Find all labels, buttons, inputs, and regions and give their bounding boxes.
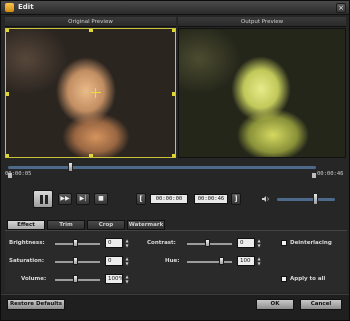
original-preview-pane[interactable] bbox=[5, 28, 176, 158]
brightness-slider-thumb[interactable] bbox=[73, 239, 78, 247]
pause-icon bbox=[40, 195, 43, 204]
fast-forward-icon: ▶▶ bbox=[60, 195, 70, 202]
crop-handle-right[interactable] bbox=[172, 92, 175, 96]
timeline: 00:00:05 00:00:46 bbox=[5, 161, 347, 187]
set-start-button[interactable]: [ bbox=[136, 193, 146, 205]
stop-icon: ■ bbox=[98, 195, 104, 202]
deinterlacing-label: Deinterlacing bbox=[290, 240, 332, 246]
hue-field[interactable]: 100 bbox=[237, 256, 255, 266]
volume-field[interactable]: 100% bbox=[105, 274, 124, 284]
title-bar: Edit × bbox=[1, 1, 349, 15]
end-time-field[interactable]: 00:00:46 bbox=[194, 194, 228, 204]
output-preview-pane bbox=[178, 28, 346, 158]
contrast-slider-thumb[interactable] bbox=[205, 239, 210, 247]
volume-spinner[interactable]: ▲ ▼ bbox=[124, 274, 130, 284]
next-frame-button[interactable]: ▶| bbox=[76, 193, 90, 205]
set-end-button[interactable]: ] bbox=[231, 193, 241, 205]
edit-tabs: Effect Trim Crop Watermark bbox=[5, 220, 347, 230]
crop-handle-left[interactable] bbox=[6, 92, 9, 96]
dialog-footer: Restore Defaults OK Cancel bbox=[1, 294, 349, 320]
apply-to-all-label: Apply to all bbox=[290, 276, 326, 282]
brightness-label: Brightness: bbox=[9, 240, 45, 246]
contrast-spinner[interactable]: ▲ ▼ bbox=[256, 238, 262, 248]
stop-button[interactable]: ■ bbox=[94, 193, 108, 205]
speaker-icon[interactable] bbox=[262, 195, 270, 203]
apply-to-all-checkbox[interactable] bbox=[281, 276, 287, 282]
saturation-field[interactable]: 0 bbox=[105, 256, 123, 266]
trim-end-marker[interactable] bbox=[312, 173, 316, 178]
volume-label: Volume: bbox=[21, 276, 47, 282]
saturation-slider-thumb[interactable] bbox=[73, 257, 78, 265]
right-bracket-icon: ] bbox=[234, 195, 238, 203]
output-preview-header: Output Preview bbox=[178, 17, 346, 27]
timeline-start-time: 00:00:05 bbox=[5, 171, 32, 177]
brightness-field[interactable]: 0 bbox=[105, 238, 123, 248]
playback-controls: ▶▶ ▶| ■ [ 00:00:00 00:00:46 ] bbox=[5, 188, 347, 212]
start-time-field[interactable]: 00:00:00 bbox=[150, 194, 188, 204]
contrast-label: Contrast: bbox=[147, 240, 176, 246]
next-frame-icon: ▶| bbox=[79, 195, 87, 202]
tab-trim[interactable]: Trim bbox=[47, 220, 85, 230]
original-preview-header: Original Preview bbox=[5, 17, 176, 27]
app-icon bbox=[5, 3, 14, 12]
timeline-track[interactable] bbox=[8, 166, 316, 169]
crop-center-crosshair-icon[interactable] bbox=[91, 88, 101, 98]
restore-defaults-button[interactable]: Restore Defaults bbox=[7, 299, 65, 310]
deinterlacing-checkbox[interactable] bbox=[281, 240, 287, 246]
crop-handle-top-left[interactable] bbox=[6, 29, 9, 32]
fast-forward-button[interactable]: ▶▶ bbox=[58, 193, 72, 205]
timeline-playhead[interactable] bbox=[68, 162, 73, 172]
tab-crop[interactable]: Crop bbox=[87, 220, 125, 230]
window-title: Edit bbox=[18, 3, 34, 11]
left-bracket-icon: [ bbox=[139, 195, 143, 203]
output-video-frame bbox=[179, 29, 345, 157]
hue-spinner[interactable]: ▲ ▼ bbox=[256, 256, 262, 266]
crop-handle-top-right[interactable] bbox=[172, 29, 175, 32]
saturation-label: Saturation: bbox=[9, 258, 45, 264]
volume-slider-handle[interactable] bbox=[313, 193, 318, 205]
hue-label: Hue: bbox=[165, 258, 180, 264]
pause-button[interactable] bbox=[33, 190, 53, 208]
effect-settings-panel: Brightness: 0 ▲ ▼ Contrast: 0 ▲ ▼ Deinterl… bbox=[5, 230, 347, 292]
tab-effect[interactable]: Effect bbox=[7, 220, 45, 230]
crop-handle-bottom-left[interactable] bbox=[6, 154, 9, 157]
crop-handle-bottom-right[interactable] bbox=[172, 154, 175, 157]
volume-slider-track[interactable] bbox=[277, 198, 335, 201]
crop-handle-top[interactable] bbox=[89, 29, 93, 32]
tab-watermark[interactable]: Watermark bbox=[127, 220, 165, 230]
contrast-field[interactable]: 0 bbox=[237, 238, 255, 248]
timeline-end-time: 00:00:46 bbox=[317, 171, 344, 177]
saturation-spinner[interactable]: ▲ ▼ bbox=[124, 256, 130, 266]
hue-slider-thumb[interactable] bbox=[219, 257, 224, 265]
brightness-spinner[interactable]: ▲ ▼ bbox=[124, 238, 130, 248]
volume-effect-slider-thumb[interactable] bbox=[73, 275, 78, 283]
crop-handle-bottom[interactable] bbox=[89, 154, 93, 157]
ok-button[interactable]: OK bbox=[256, 299, 294, 310]
cancel-button[interactable]: Cancel bbox=[300, 299, 342, 310]
close-button[interactable]: × bbox=[336, 3, 346, 13]
hue-slider[interactable] bbox=[187, 261, 232, 263]
edit-window: Edit × Original Preview Output Preview 0… bbox=[0, 0, 350, 321]
